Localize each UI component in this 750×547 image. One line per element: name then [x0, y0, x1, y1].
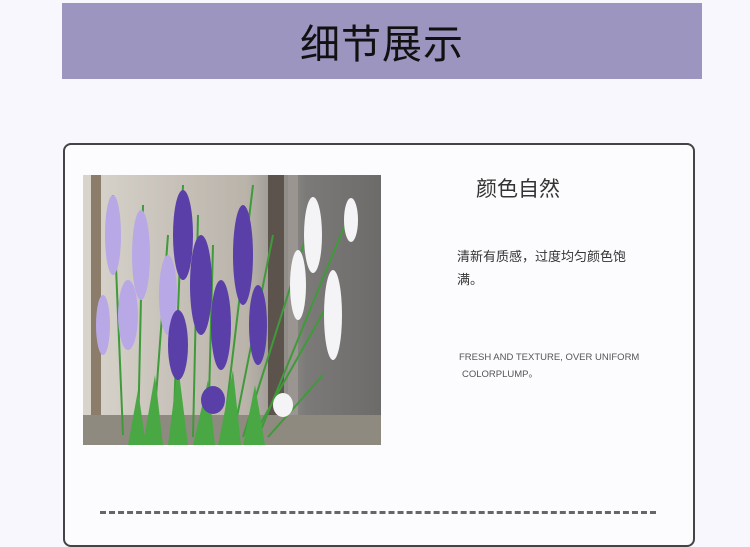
- description-english: FRESH AND TEXTURE, OVER UNIFORM COLORPLU…: [459, 349, 659, 383]
- description-english-line1: FRESH AND TEXTURE, OVER UNIFORM: [459, 352, 640, 363]
- section-banner: 细节展示: [62, 3, 702, 79]
- dashed-divider: [100, 511, 656, 514]
- description-chinese: 清新有质感，过度均匀颜色饱满。: [457, 250, 627, 288]
- lavender-bouquet-image: [83, 175, 381, 445]
- product-photo: [83, 175, 381, 445]
- detail-heading: 颜色自然: [476, 177, 560, 201]
- section-title: 细节展示: [300, 22, 464, 68]
- description-english-line2: COLORPLUMP。: [462, 369, 539, 380]
